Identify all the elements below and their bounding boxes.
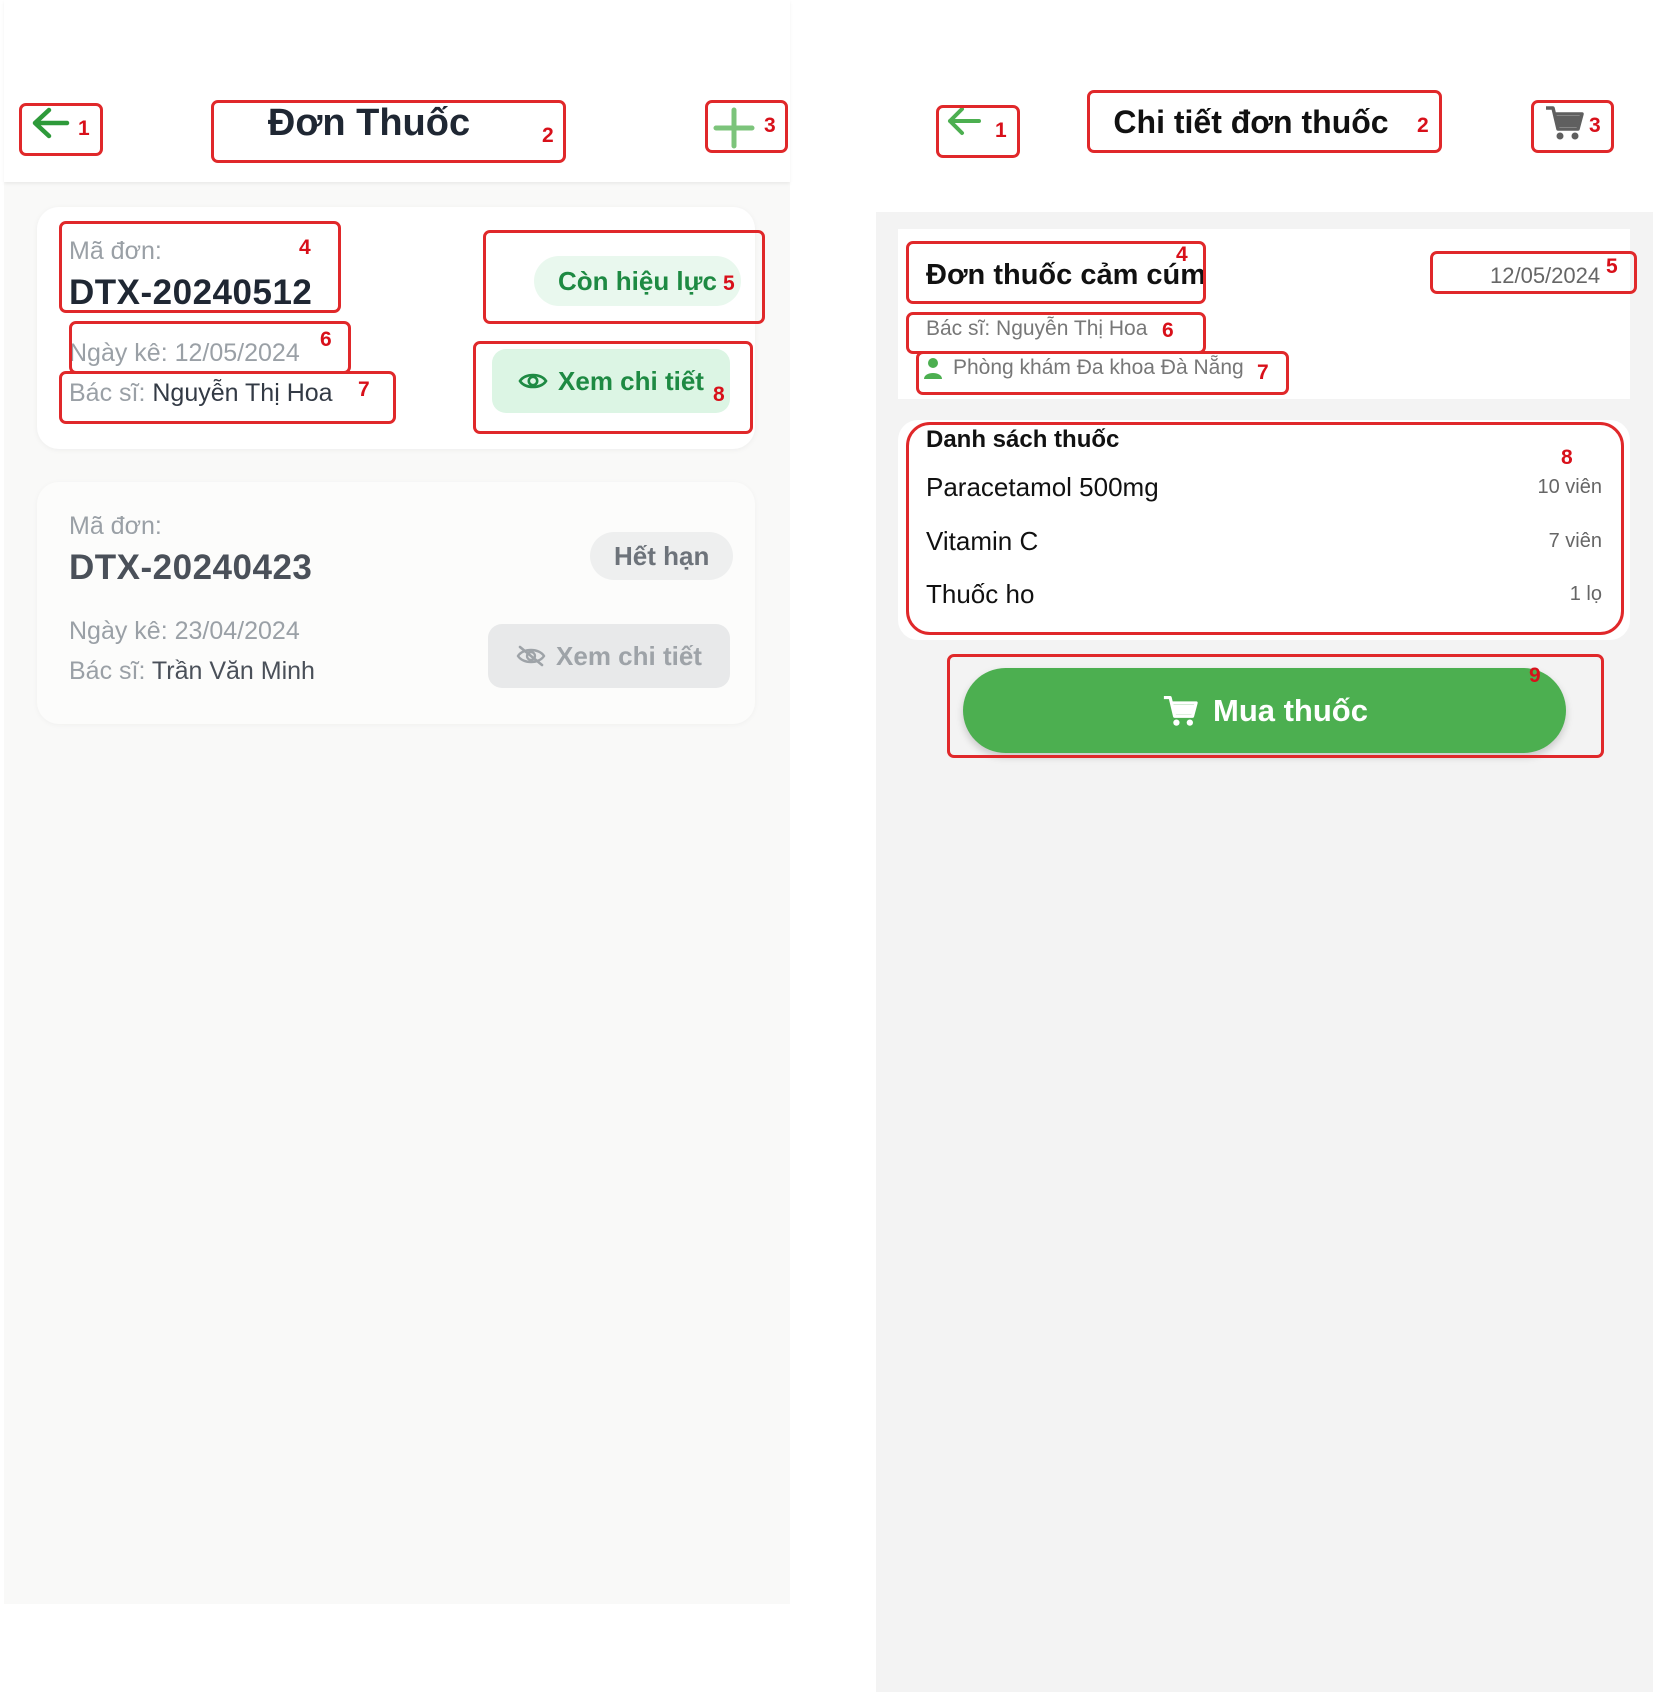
prescription-code: DTX-20240423 [69,548,313,587]
annotation-number: 1 [995,119,1007,142]
annotation-box [19,103,103,156]
annotation-box [1087,90,1442,153]
annotation-box [59,371,396,424]
annotation-number: 2 [1417,114,1429,137]
annotation-box [906,241,1206,304]
eye-off-icon [516,645,546,667]
doctor-line: Bác sĩ: Trần Văn Minh [69,657,315,686]
annotation-number: 3 [764,114,776,137]
annotation-number: 4 [299,236,311,259]
annotation-number: 5 [723,272,735,295]
code-label: Mã đơn: [69,512,162,540]
annotation-number: 6 [320,328,332,351]
annotation-box [906,312,1206,354]
annotation-box [59,221,341,313]
view-details-button-disabled: Xem chi tiết [488,624,730,688]
annotation-number: 8 [713,383,725,406]
doctor-label: Bác sĩ: [69,657,146,685]
doctor-name: Trần Văn Minh [151,657,315,685]
annotation-box [906,422,1624,635]
annotation-box [947,654,1604,758]
annotation-box [1531,100,1614,153]
prescribed-date: Ngày kê: 23/04/2024 [69,617,300,645]
prescription-card: Mã đơn: DTX-20240423 Hết hạn Ngày kê: 23… [37,482,755,724]
annotation-number: 8 [1561,446,1573,469]
annotation-box [916,351,1289,395]
annotation-number: 2 [542,124,554,147]
annotation-number: 7 [358,378,370,401]
status-badge: Hết hạn [590,532,734,580]
annotation-number: 5 [1606,255,1618,278]
annotation-number: 4 [1176,243,1188,266]
annotation-box [936,105,1020,158]
annotation-number: 3 [1589,114,1601,137]
annotation-number: 1 [78,117,90,140]
annotation-number: 7 [1257,361,1269,384]
annotation-number: 9 [1529,664,1541,687]
annotation-box [211,100,566,163]
view-details-label: Xem chi tiết [556,640,702,671]
annotation-number: 6 [1162,319,1174,342]
annotation-box [473,341,753,434]
annotation-box [69,321,351,374]
